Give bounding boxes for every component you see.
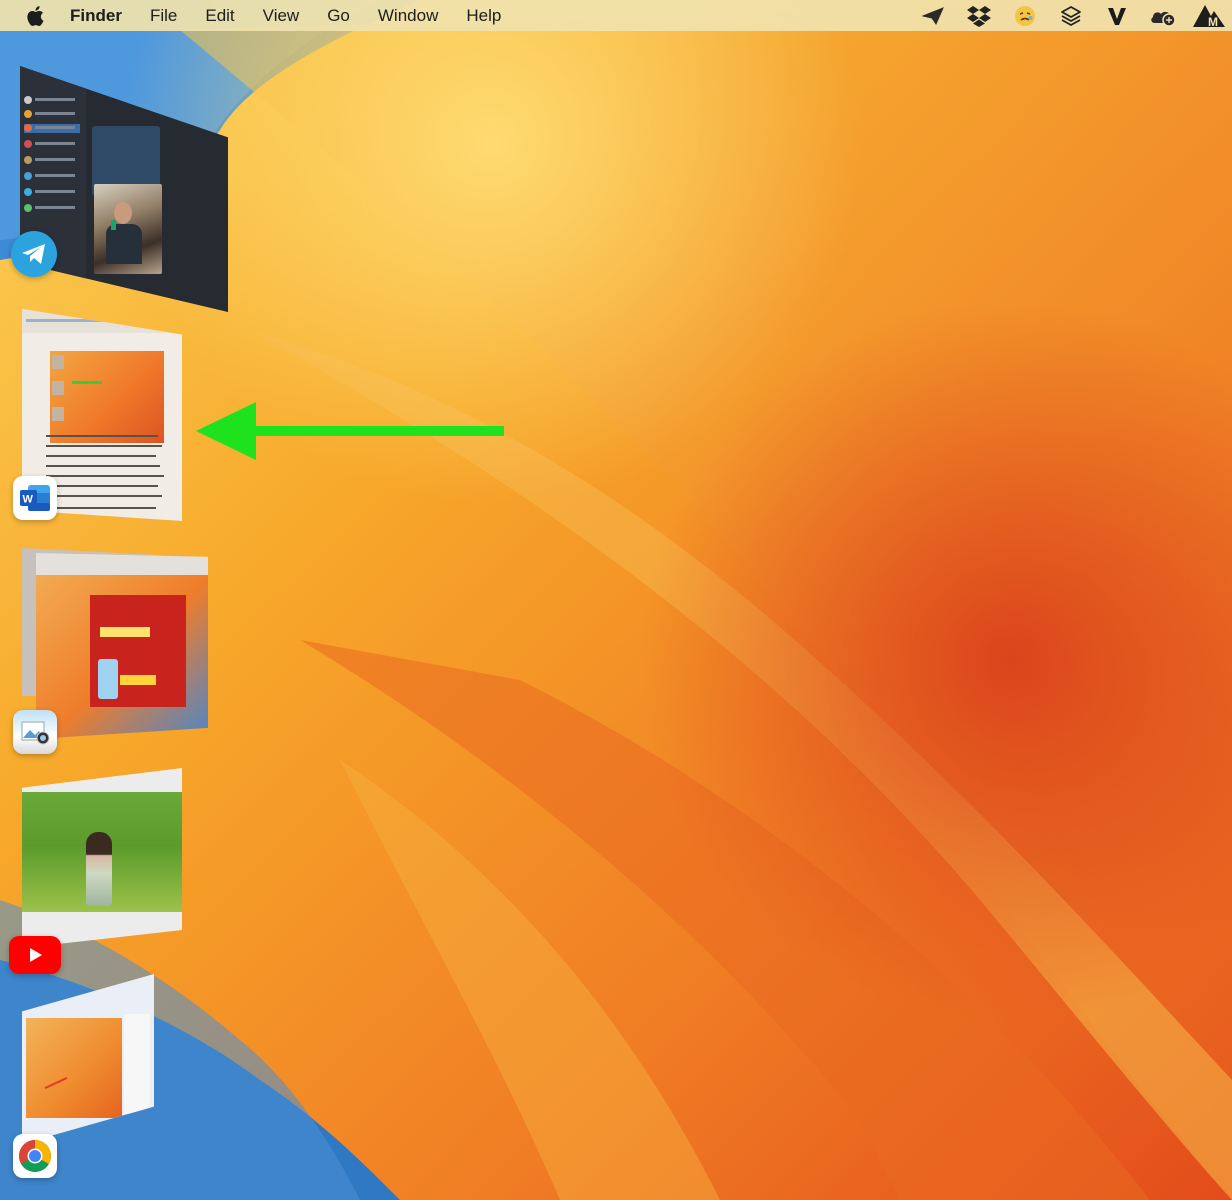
list-item [24,156,80,165]
word-text-line [46,435,158,437]
green-arrow-annotation [196,400,508,462]
list-item [24,188,80,197]
list-item [24,172,80,181]
list-item [24,140,80,149]
preview-toolbar [36,553,208,575]
list-item [24,204,80,213]
word-text-line [46,445,162,447]
menu-window[interactable]: Window [365,0,453,31]
list-item [24,124,80,133]
preview-icon[interactable] [13,710,57,754]
telegram-photo [94,184,162,274]
m-icon[interactable]: M [1186,0,1232,31]
chrome-page-image [26,1018,122,1118]
list-item [24,96,80,105]
apple-menu[interactable] [0,0,70,31]
menu-file[interactable]: File [137,0,192,31]
word-text-line [46,465,160,467]
word-text-line [46,475,164,477]
layers-icon[interactable] [1048,0,1094,31]
menu-edit[interactable]: Edit [192,0,249,31]
menu-view[interactable]: View [250,0,315,31]
stage-window-youtube[interactable] [22,768,182,948]
svg-text:M: M [1208,15,1218,28]
word-text-line [46,455,156,457]
menu-bar: Finder File Edit View Go Window Help M [0,0,1232,31]
word-text-line [46,507,156,509]
cloud-weather-icon[interactable] [1140,0,1186,31]
youtube-video-frame [22,792,182,912]
menu-help[interactable]: Help [453,0,516,31]
menu-go[interactable]: Go [314,0,365,31]
v-icon[interactable] [1094,0,1140,31]
preview-ad-image [90,595,186,707]
telegram-send-icon[interactable] [910,0,956,31]
dropbox-icon[interactable] [956,0,1002,31]
youtube-icon[interactable] [9,936,61,974]
chrome-page-sidebar [124,1014,150,1114]
word-embedded-image [50,351,164,443]
word-text-line [46,495,162,497]
menu-app-name[interactable]: Finder [70,0,137,31]
status-area: M [910,0,1232,31]
word-text-line [46,485,158,487]
stage-window-preview[interactable] [36,553,208,739]
chrome-icon[interactable] [13,1134,57,1178]
svg-text:W: W [23,494,34,506]
telegram-icon[interactable] [11,231,57,277]
emoji-face-icon[interactable] [1002,0,1048,31]
list-item [24,110,80,119]
apple-logo-icon [27,5,44,26]
word-icon[interactable]: W [13,476,57,520]
